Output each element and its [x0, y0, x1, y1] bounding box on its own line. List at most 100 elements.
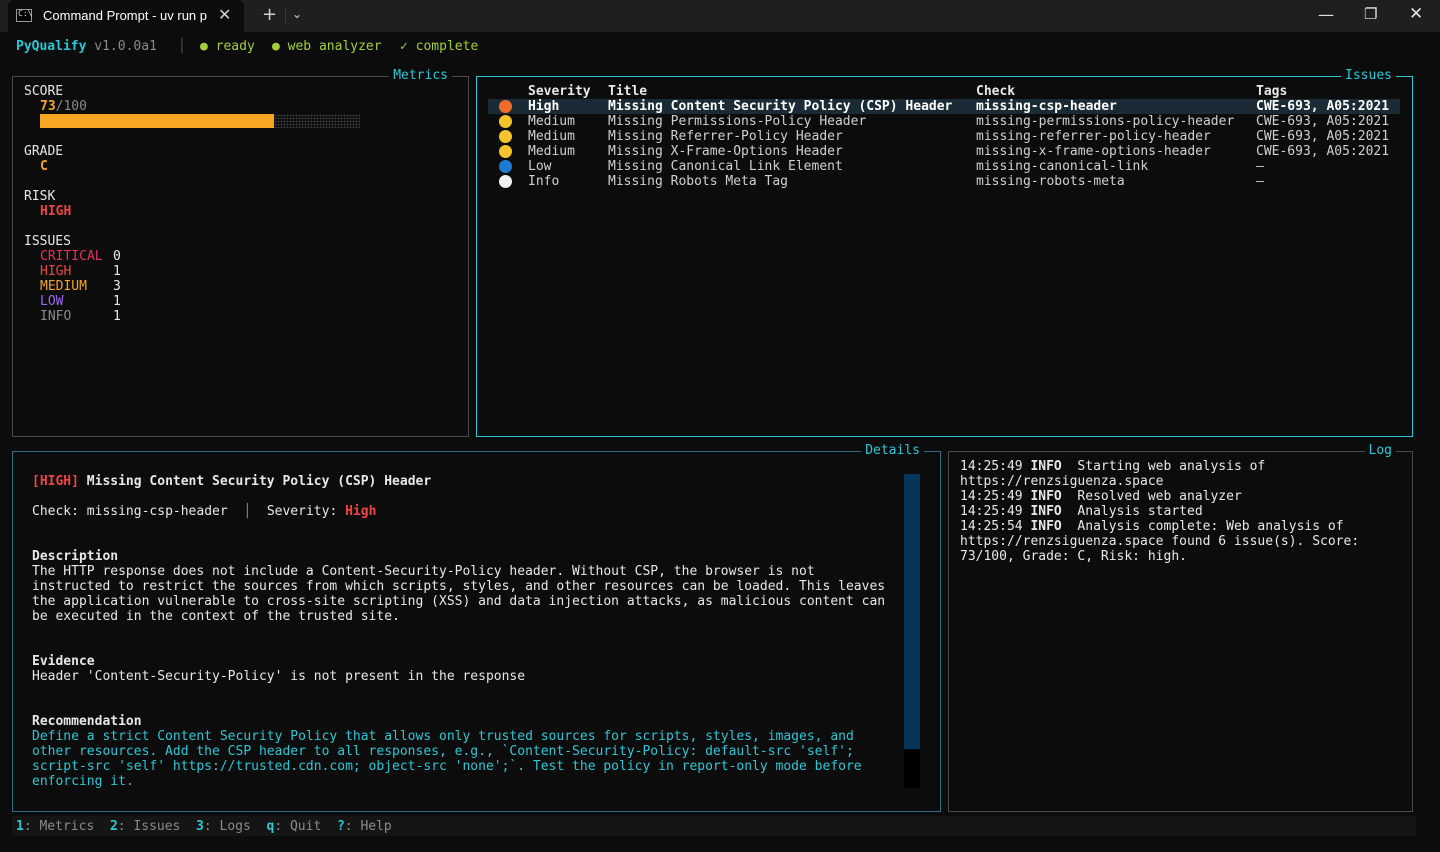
col-title-header[interactable]: Title	[608, 84, 647, 99]
log-message: Resolved web analyzer	[1069, 489, 1242, 504]
issue-count-label: CRITICAL	[40, 249, 103, 264]
cell-tags: CWE-693, A05:2021	[1256, 99, 1390, 114]
risk-label: RISK	[24, 189, 56, 204]
keybinding-label: Issues	[133, 819, 181, 834]
tab-close-icon[interactable]: ✕	[218, 5, 231, 24]
table-row[interactable]: Info Missing Robots Meta Tag missing-robot…	[488, 174, 1400, 189]
keybinding-key: ?	[336, 819, 345, 834]
details-panel-title: Details	[861, 443, 924, 459]
keybinding-item[interactable]: 2: Issues	[110, 819, 180, 834]
score-label: SCORE	[24, 84, 64, 99]
table-row[interactable]: Medium Missing Permissions-Policy Header m…	[488, 114, 1400, 129]
status-analyzer: ● web analyzer	[272, 39, 382, 54]
log-time: 14:25:54	[960, 519, 1023, 534]
issue-count-row: INFO 1	[40, 309, 121, 324]
tab-divider	[285, 8, 286, 24]
log-message: Analysis started	[1069, 504, 1203, 519]
table-row[interactable]: Low Missing Canonical Link Element missing…	[488, 159, 1400, 174]
description-line: instructed to restrict the sources from …	[32, 579, 886, 594]
table-row[interactable]: Medium Missing X-Frame-Options Header miss…	[488, 144, 1400, 159]
issue-count-label: HIGH	[40, 264, 72, 279]
tab-title[interactable]: Command Prompt - uv run p	[43, 8, 207, 23]
col-check-header[interactable]: Check	[976, 84, 1015, 99]
cell-check: missing-referrer-policy-header	[976, 129, 1211, 144]
new-tab-icon[interactable]: +	[262, 4, 277, 25]
details-scrollbar-thumb[interactable]	[904, 474, 920, 749]
keybinding-key: 3	[196, 819, 204, 834]
app-name: PyQualify	[16, 39, 87, 54]
severity-dot-icon	[499, 160, 512, 173]
keybinding-item[interactable]: 1: Metrics	[16, 819, 94, 834]
keybindings: 1: Metrics 2: Issues 3: Logs q: Quit ?: …	[16, 819, 392, 834]
issues-count-label: ISSUES	[24, 234, 71, 249]
cell-severity: Medium	[528, 144, 575, 159]
log-level: INFO	[1030, 504, 1062, 519]
keybinding-colon: :	[203, 819, 220, 834]
table-row[interactable]: Medium Missing Referrer-Policy Header miss…	[488, 129, 1400, 144]
issue-count-label: INFO	[40, 309, 72, 324]
cell-tags: CWE-693, A05:2021	[1256, 129, 1390, 144]
keybinding-item[interactable]: ?: Help	[337, 819, 392, 834]
severity-dot-icon	[499, 130, 512, 143]
log-message: https://renzsiguenza.space	[960, 474, 1164, 489]
cell-tags: –	[1256, 174, 1264, 189]
cell-check: missing-csp-header	[976, 99, 1117, 114]
keybinding-colon: :	[274, 819, 290, 834]
col-tags-header[interactable]: Tags	[1256, 84, 1287, 99]
log-time: 14:25:49	[960, 504, 1023, 519]
issues-panel-title: Issues	[1341, 68, 1396, 84]
detail-issue-title: Missing Content Security Policy (CSP) He…	[86, 474, 432, 489]
log-line: https://renzsiguenza.space found 6 issue…	[960, 534, 1359, 549]
check-icon: ✓	[400, 39, 408, 54]
cell-title: Missing X-Frame-Options Header	[608, 144, 843, 159]
maximize-icon[interactable]: ❐	[1364, 5, 1377, 23]
recommendation-heading: Recommendation	[32, 714, 142, 729]
description-line: be executed in the context of the truste…	[32, 609, 400, 624]
log-time: 14:25:49	[960, 489, 1023, 504]
keybinding-item[interactable]: 3: Logs	[196, 819, 251, 834]
severity-dot-icon	[499, 100, 512, 113]
window-close-icon[interactable]: ✕	[1409, 4, 1423, 24]
issue-count-value: 1	[113, 294, 121, 309]
chevron-down-icon[interactable]: ⌄	[292, 7, 302, 21]
issue-count-value: 1	[113, 309, 121, 324]
metrics-panel-title: Metrics	[389, 68, 452, 84]
issue-count-value: 1	[113, 264, 121, 279]
cell-check: missing-x-frame-options-header	[976, 144, 1211, 159]
recommendation-line: script-src 'self' https://trusted.cdn.co…	[32, 759, 862, 774]
detail-check-value: missing-csp-header	[86, 504, 228, 519]
severity-dot-icon	[499, 115, 512, 128]
recommendation-line: Define a strict Content Security Policy …	[32, 729, 854, 744]
keybinding-label: Logs	[219, 819, 251, 834]
cell-check: missing-canonical-link	[976, 159, 1149, 174]
detail-meta-line: Check: missing-csp-header │ Severity: Hi…	[32, 504, 377, 519]
log-level: INFO	[1030, 489, 1062, 504]
keybinding-item[interactable]: q: Quit	[267, 819, 322, 834]
score-progress-remaining	[274, 114, 360, 128]
status-dot-icon: ●	[200, 39, 208, 54]
table-row[interactable]: High Missing Content Security Policy (CSP…	[488, 99, 1400, 114]
minimize-icon[interactable]: —	[1318, 5, 1334, 24]
issue-count-row: HIGH 1	[40, 264, 121, 279]
log-line: 73/100, Grade: C, Risk: high.	[960, 549, 1187, 564]
keybinding-label: Help	[360, 819, 392, 834]
cell-tags: –	[1256, 159, 1264, 174]
cell-check: missing-permissions-policy-header	[976, 114, 1235, 129]
status-ready: ● ready	[200, 39, 255, 54]
cell-title: Missing Referrer-Policy Header	[608, 129, 843, 144]
cell-severity: Medium	[528, 129, 575, 144]
severity-dot-icon	[499, 175, 512, 188]
log-line: 14:25:49 INFO Resolved web analyzer	[960, 489, 1242, 504]
log-time: 14:25:49	[960, 459, 1023, 474]
severity-dot-icon	[499, 145, 512, 158]
recommendation-line: enforcing it.	[32, 774, 134, 789]
cell-severity: Medium	[528, 114, 575, 129]
cell-check: missing-robots-meta	[976, 174, 1125, 189]
cell-tags: CWE-693, A05:2021	[1256, 144, 1390, 159]
detail-title-line: [HIGH] Missing Content Security Policy (…	[32, 474, 431, 489]
cell-title: Missing Content Security Policy (CSP) He…	[608, 99, 953, 114]
log-panel-title: Log	[1364, 443, 1396, 459]
col-severity-header[interactable]: Severity	[528, 84, 591, 99]
status-complete: ✓ complete	[400, 39, 479, 54]
log-line: 14:25:49 INFO Starting web analysis of	[960, 459, 1265, 474]
